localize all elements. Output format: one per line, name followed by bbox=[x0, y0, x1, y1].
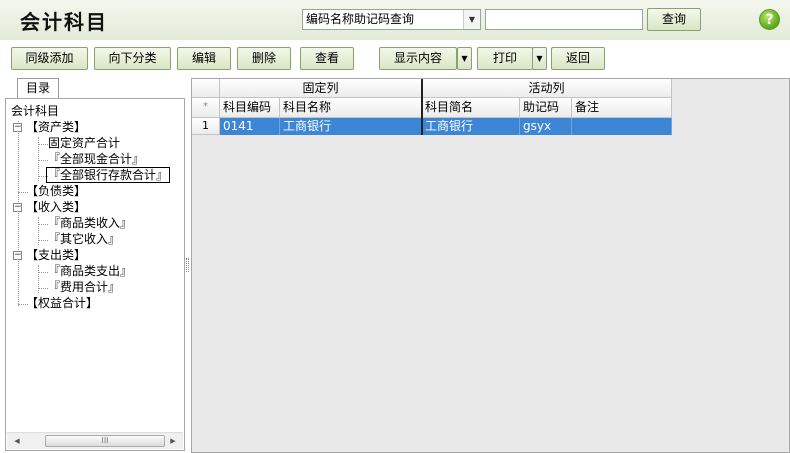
tree-node-fixed-assets-total[interactable]: 固定资产合计 bbox=[48, 135, 120, 151]
grid-corner bbox=[192, 79, 220, 98]
chevron-down-icon[interactable]: ▼ bbox=[463, 10, 480, 29]
group-header-active: 活动列 bbox=[422, 79, 672, 98]
scrollbar-thumb[interactable]: III bbox=[45, 435, 165, 447]
search-mode-select[interactable]: 编码名称助记码查询 ▼ bbox=[302, 9, 481, 30]
search-button[interactable]: 查询 bbox=[647, 8, 701, 31]
tree-node-income[interactable]: 【收入类】 bbox=[26, 199, 86, 215]
tree-node-expenses[interactable]: 【支出类】 bbox=[26, 247, 86, 263]
print-dropdown-icon[interactable]: ▼ bbox=[532, 47, 547, 70]
search-input[interactable] bbox=[485, 9, 643, 30]
view-button[interactable]: 查看 bbox=[300, 47, 354, 70]
column-header-code[interactable]: 科目编码 bbox=[220, 98, 280, 118]
tree-panel: − − − 会计科目 【资产类】 固定资产合计 『全部现金合计』 『全部银行存款… bbox=[5, 98, 185, 451]
print-button[interactable]: 打印 bbox=[477, 47, 533, 70]
collapse-toggle-icon[interactable]: − bbox=[13, 251, 22, 260]
cell-code[interactable]: 0141 bbox=[220, 118, 280, 135]
frozen-column-divider[interactable] bbox=[421, 79, 423, 135]
tree-connector bbox=[38, 160, 48, 161]
scroll-left-icon[interactable]: ◀ bbox=[11, 435, 23, 447]
panel-splitter-handle[interactable] bbox=[186, 258, 189, 272]
page-title: 会计科目 bbox=[20, 10, 108, 34]
cell-short-name[interactable]: 工商银行 bbox=[422, 118, 520, 135]
display-content-button[interactable]: 显示内容 bbox=[379, 47, 457, 70]
data-grid: 固定列 活动列 * 科目编码 科目名称 科目简名 助记码 备注 1 0141 工… bbox=[191, 78, 790, 453]
column-header-mnemonic[interactable]: 助记码 bbox=[520, 98, 572, 118]
column-header-note[interactable]: 备注 bbox=[572, 98, 672, 118]
horizontal-scrollbar[interactable]: ◀ III ▶ bbox=[7, 432, 183, 449]
column-header-name[interactable]: 科目名称 bbox=[280, 98, 422, 118]
scroll-right-icon[interactable]: ▶ bbox=[167, 435, 179, 447]
edit-button[interactable]: 编辑 bbox=[177, 47, 231, 70]
collapse-toggle-icon[interactable]: − bbox=[13, 203, 22, 212]
back-button[interactable]: 返回 bbox=[551, 47, 605, 70]
tree-connector bbox=[18, 121, 19, 306]
cell-note[interactable] bbox=[572, 118, 672, 135]
row-marker-header: * bbox=[192, 98, 220, 118]
tree-view: − − − 会计科目 【资产类】 固定资产合计 『全部现金合计』 『全部银行存款… bbox=[6, 99, 184, 432]
tree-node-goods-expense[interactable]: 『商品类支出』 bbox=[48, 263, 132, 279]
tree-node-cash-total[interactable]: 『全部现金合计』 bbox=[48, 151, 144, 167]
add-sibling-button[interactable]: 同级添加 bbox=[11, 47, 88, 70]
help-icon[interactable]: ? bbox=[759, 9, 780, 30]
tree-node-goods-income[interactable]: 『商品类收入』 bbox=[48, 215, 132, 231]
app-header: 会计科目 编码名称助记码查询 ▼ 查询 ? bbox=[0, 0, 790, 40]
display-content-dropdown-icon[interactable]: ▼ bbox=[457, 47, 472, 70]
tree-connector bbox=[38, 144, 48, 145]
tree-connector bbox=[38, 288, 48, 289]
tree-node-assets[interactable]: 【资产类】 bbox=[26, 119, 86, 135]
cell-name[interactable]: 工商银行 bbox=[280, 118, 422, 135]
tree-connector bbox=[38, 224, 48, 225]
tree-node-liabilities[interactable]: 【负债类】 bbox=[26, 183, 86, 199]
cell-mnemonic[interactable]: gsyx bbox=[520, 118, 572, 135]
tree-connector bbox=[38, 240, 48, 241]
group-header-frozen: 固定列 bbox=[220, 79, 422, 98]
tree-node-expense-total[interactable]: 『费用合计』 bbox=[48, 279, 120, 295]
add-child-button[interactable]: 向下分类 bbox=[94, 47, 171, 70]
search-mode-value: 编码名称助记码查询 bbox=[306, 12, 415, 26]
row-index[interactable]: 1 bbox=[192, 118, 220, 135]
tree-node-equity-total[interactable]: 【权益合计】 bbox=[26, 295, 98, 311]
collapse-toggle-icon[interactable]: − bbox=[13, 123, 22, 132]
tree-node-other-income[interactable]: 『其它收入』 bbox=[48, 231, 120, 247]
column-header-short-name[interactable]: 科目简名 bbox=[422, 98, 520, 118]
tree-node-bank-deposit-total[interactable]: 『全部银行存款合计』 bbox=[46, 167, 171, 183]
tab-directory[interactable]: 目录 bbox=[17, 78, 59, 98]
delete-button[interactable]: 删除 bbox=[237, 47, 291, 70]
tree-node-root[interactable]: 会计科目 bbox=[11, 103, 59, 119]
tree-connector bbox=[38, 272, 48, 273]
